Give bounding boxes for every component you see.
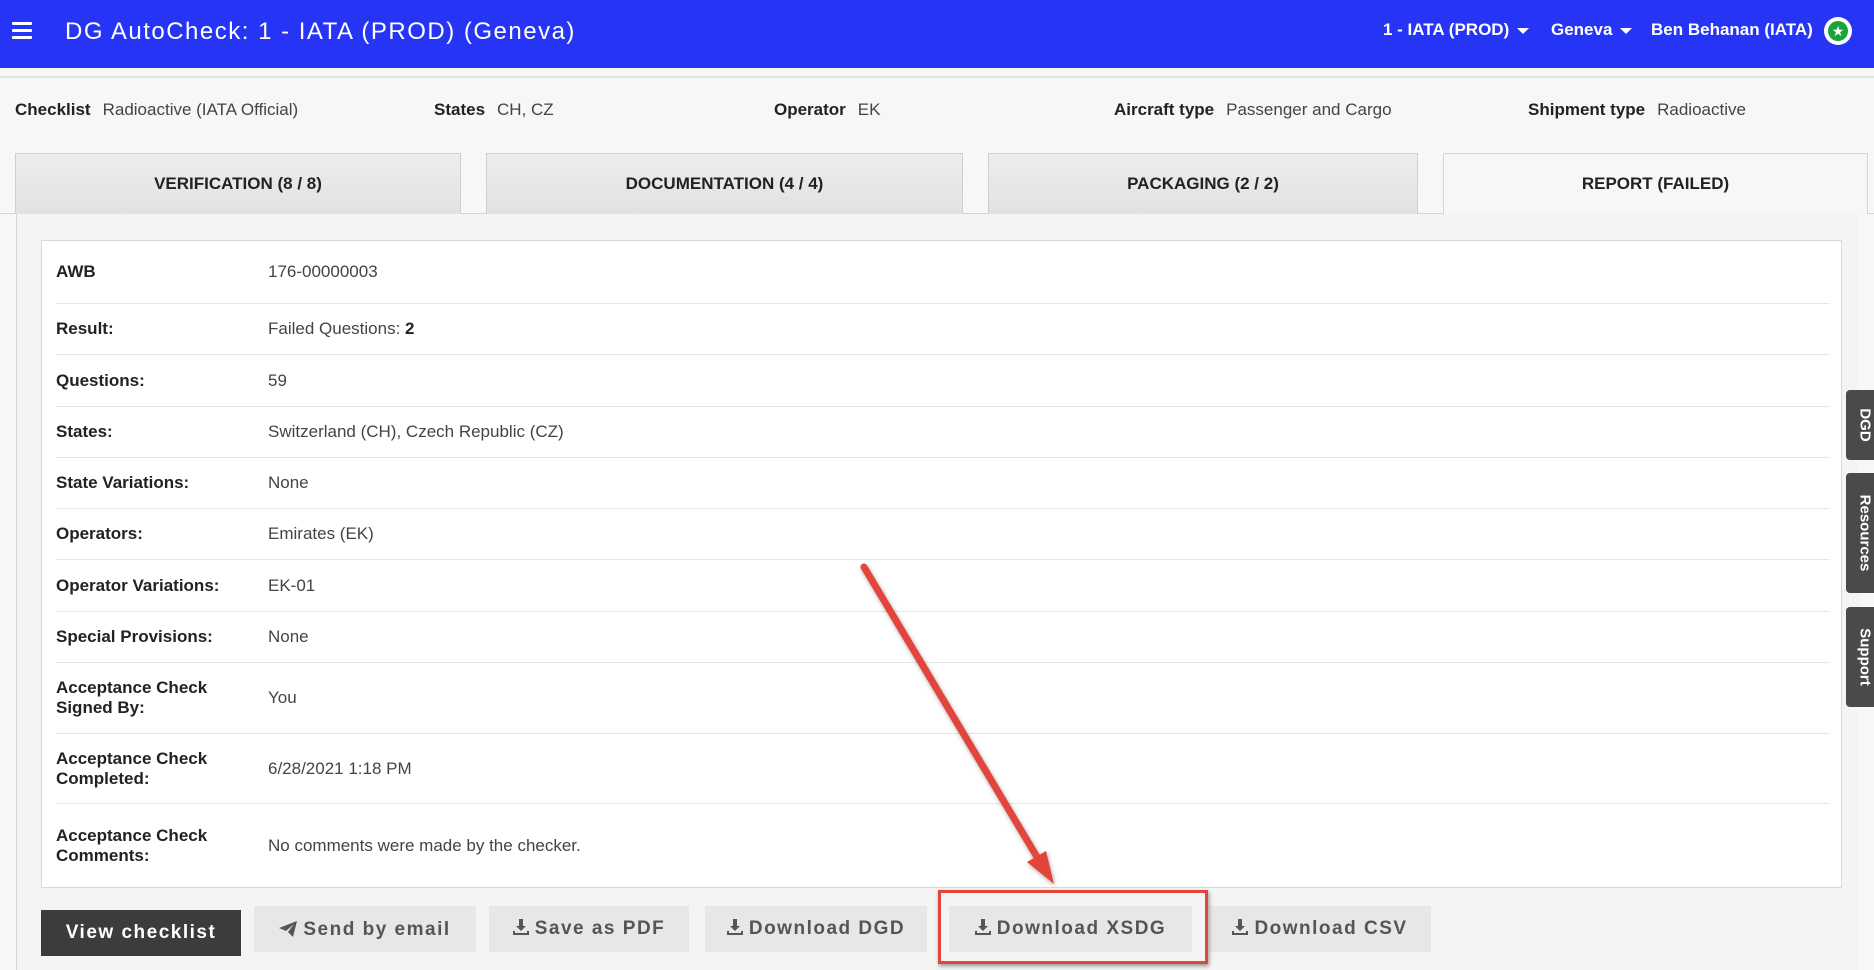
summary-states-value: CH, CZ [497,100,554,119]
report-row-signed-by: Acceptance Check Signed By: You [56,663,1829,734]
download-xsdg-button[interactable]: Download XSDG [949,906,1192,952]
operator-variations-value: EK-01 [268,575,316,595]
location-dropdown-label: Geneva [1551,20,1613,39]
side-tab-support[interactable]: Support [1846,607,1874,707]
awb-label: AWB [56,262,96,281]
org-dropdown[interactable]: 1 - IATA (PROD) [1383,20,1530,40]
comments-label-line1: Acceptance Check [56,826,208,845]
summary-operator: Operator EK [774,100,880,120]
location-dropdown[interactable]: Geneva [1551,20,1633,40]
comments-label-line2: Comments: [56,846,150,865]
completed-label: Acceptance Check Completed: [56,749,268,789]
download-csv-button[interactable]: Download CSV [1209,906,1431,952]
states-label: States: [56,422,113,441]
app-title: DG AutoCheck: 1 - IATA (PROD) (Geneva) [65,18,576,45]
chevron-down-icon [1517,27,1530,34]
comments-value: No comments were made by the checker. [268,836,581,855]
report-row-operator-variations: Operator Variations: EK-01 [56,560,1829,612]
special-provisions-label: Special Provisions: [56,627,213,646]
states-value: Switzerland (CH), Czech Republic (CZ) [268,422,564,441]
tab-documentation[interactable]: DOCUMENTATION (4 / 4) [486,153,963,214]
avatar[interactable]: ★ [1824,17,1852,45]
chevron-down-icon [1620,27,1633,34]
download-icon [1232,919,1249,935]
send-email-button[interactable]: Send by email [254,906,476,952]
paper-plane-icon [279,906,298,952]
operators-value: Emirates (EK) [268,524,374,543]
summary-aircraft-value: Passenger and Cargo [1226,100,1392,119]
operators-label: Operators: [56,524,143,543]
special-provisions-value: None [268,627,309,646]
awb-value: 176-00000003 [268,262,378,281]
star-icon: ★ [1828,21,1848,41]
completed-label-line1: Acceptance Check [56,748,208,768]
result-label: Result: [56,319,114,338]
signed-by-label: Acceptance Check Signed By: [56,678,268,718]
download-dgd-label: Download DGD [748,918,906,939]
download-icon [974,919,991,935]
tab-packaging[interactable]: PACKAGING (2 / 2) [988,153,1418,214]
state-variations-value: None [268,473,309,492]
menu-icon[interactable] [12,22,32,42]
send-email-label: Send by email [303,919,451,940]
report-row-awb: AWB 176-00000003 [56,241,1829,304]
save-pdf-button[interactable]: Save as PDF [489,906,689,952]
summary-shipment-value: Radioactive [1657,100,1746,119]
side-tab-resources[interactable]: Resources [1846,473,1874,593]
signed-by-value: You [268,688,297,707]
download-xsdg-label: Download XSDG [996,918,1167,939]
save-pdf-label: Save as PDF [534,918,666,939]
top-navigation-bar: DG AutoCheck: 1 - IATA (PROD) (Geneva) 1… [0,0,1874,68]
download-icon [726,919,743,935]
report-row-questions: Questions: 59 [56,355,1829,407]
summary-shipment-label: Shipment type [1528,100,1646,119]
summary-operator-value: EK [857,100,881,119]
side-tab-dgd[interactable]: DGD [1846,390,1874,460]
summary-aircraft-label: Aircraft type [1114,100,1215,119]
view-checklist-button[interactable]: View checklist [41,910,241,956]
summary-checklist-value: Radioactive (IATA Official) [102,100,299,119]
side-tab-support-label: Support [1856,628,1874,686]
summary-checklist: Checklist Radioactive (IATA Official) [15,100,298,120]
completed-value: 6/28/2021 1:18 PM [268,758,412,778]
tab-verification[interactable]: VERIFICATION (8 / 8) [15,153,461,214]
report-row-state-variations: State Variations: None [56,458,1829,509]
summary-checklist-label: Checklist [15,100,91,119]
report-row-completed: Acceptance Check Completed: 6/28/2021 1:1… [56,734,1829,804]
questions-label: Questions: [56,370,145,390]
summary-shipment-type: Shipment type Radioactive [1528,100,1746,120]
completed-label-line2: Completed: [56,768,150,788]
report-panel: AWB 176-00000003 Result: Failed Question… [41,240,1842,888]
result-value: Failed Questions: 2 [268,319,414,339]
summary-operator-label: Operator [774,100,846,119]
user-menu[interactable]: Ben Behanan (IATA) [1651,20,1813,40]
download-icon [512,919,529,935]
checklist-summary: Checklist Radioactive (IATA Official) Sta… [0,100,1874,124]
state-variations-label: State Variations: [56,473,190,492]
report-row-states: States: Switzerland (CH), Czech Republic… [56,407,1829,458]
summary-states-label: States [434,100,486,119]
failed-count: 2 [405,319,415,338]
signed-by-label-line2: Signed By: [56,698,145,717]
report-row-comments: Acceptance Check Comments: No comments we… [56,804,1829,888]
org-dropdown-label: 1 - IATA (PROD) [1383,20,1510,39]
side-tab-dgd-label: DGD [1856,408,1874,442]
summary-aircraft-type: Aircraft type Passenger and Cargo [1114,100,1392,120]
side-tab-resources-label: Resources [1856,494,1874,572]
tab-report[interactable]: REPORT (FAILED) [1443,153,1868,214]
user-name: Ben Behanan (IATA) [1651,20,1813,39]
result-prefix: Failed Questions: [268,319,406,338]
questions-value: 59 [268,370,287,390]
divider [0,76,1874,78]
comments-label: Acceptance Check Comments: [56,826,268,866]
report-row-special-provisions: Special Provisions: None [56,612,1829,663]
report-row-result: Result: Failed Questions: 2 [56,304,1829,355]
download-csv-label: Download CSV [1254,918,1408,939]
operator-variations-label: Operator Variations: [56,575,220,595]
download-dgd-button[interactable]: Download DGD [705,906,927,952]
summary-states: States CH, CZ [434,100,554,120]
signed-by-label-line1: Acceptance Check [56,678,208,697]
report-row-operators: Operators: Emirates (EK) [56,509,1829,560]
